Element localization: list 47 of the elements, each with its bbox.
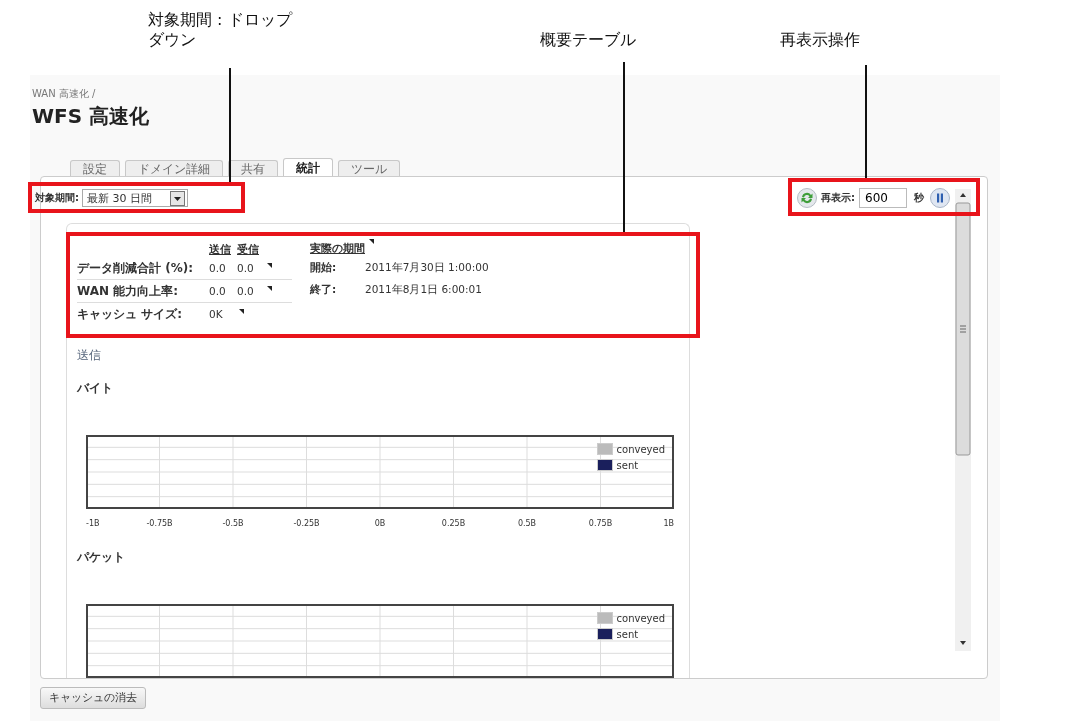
axis-tick-label: -0.5B bbox=[222, 519, 244, 528]
seconds-unit: 秒 bbox=[914, 191, 924, 205]
chart-title: パケット bbox=[77, 549, 126, 566]
tab[interactable]: ツール bbox=[338, 160, 400, 176]
axis-tick-label: -1B bbox=[86, 519, 100, 528]
axis-tick-label: 0.5B bbox=[517, 519, 537, 528]
tab[interactable]: ドメイン詳細 bbox=[125, 160, 223, 176]
axis-tick-label: 1B bbox=[663, 519, 674, 528]
axis-tick-label: 0.25B bbox=[441, 519, 466, 528]
section-heading: 送信 bbox=[77, 347, 102, 364]
table-cell-text: 0.0 bbox=[237, 262, 255, 274]
tab[interactable]: 設定 bbox=[70, 160, 120, 176]
refresh-interval-field[interactable]: 600 bbox=[859, 188, 907, 208]
row-label: キャッシュ サイズ: bbox=[77, 305, 183, 323]
table-cell-text: 0.0 bbox=[209, 262, 227, 274]
table-cell: 2011年7月30日 1:00:00 bbox=[365, 261, 489, 275]
refresh-label: 再表示: bbox=[821, 191, 855, 205]
axis-tick-label: -0.75B bbox=[146, 519, 173, 528]
period-label: 対象期間: bbox=[35, 191, 79, 205]
table-cell: 2011年8月1日 6:00:01 bbox=[365, 283, 482, 297]
axis-tick-label: -0.25B bbox=[293, 519, 320, 528]
column-header[interactable]: 受信 bbox=[237, 241, 261, 257]
page-title: WFS 高速化 bbox=[32, 103, 151, 130]
period-dropdown[interactable]: 最新 30 日間 bbox=[82, 189, 188, 207]
callout-label: 概要テーブル bbox=[540, 30, 636, 50]
row-label: 終了: bbox=[310, 283, 338, 297]
axis-tick-label: 0B bbox=[374, 519, 386, 528]
row-label: データ削減合計 (%): bbox=[77, 259, 194, 277]
axis-tick-label: 0.75B bbox=[588, 519, 613, 528]
legend-label: sent bbox=[616, 628, 639, 640]
legend-label: conveyed bbox=[616, 443, 665, 455]
table-cell-text: 0.0 bbox=[209, 285, 227, 297]
legend-label: sent bbox=[616, 459, 639, 471]
tab[interactable]: 共有 bbox=[228, 160, 278, 176]
table-cell-text: 0.0 bbox=[237, 285, 255, 297]
callout-label: 対象期間 : ドロップダウン bbox=[148, 10, 294, 50]
table-cell-text: 0K bbox=[209, 308, 224, 320]
column-header[interactable]: 送信 bbox=[209, 241, 233, 257]
clear-cache-button[interactable]: キャッシュの消去 bbox=[40, 687, 146, 709]
tab[interactable]: 統計 bbox=[283, 158, 333, 176]
breadcrumb[interactable]: WAN 高速化 / bbox=[32, 75, 1000, 101]
chart-title: バイト bbox=[77, 380, 114, 397]
legend-label: conveyed bbox=[616, 612, 665, 624]
column-header[interactable]: 実際の期間 bbox=[310, 241, 365, 257]
row-label: 開始: bbox=[310, 261, 338, 275]
callout-label: 再表示操作 bbox=[780, 30, 860, 50]
row-label: WAN 能力向上率: bbox=[77, 282, 179, 300]
